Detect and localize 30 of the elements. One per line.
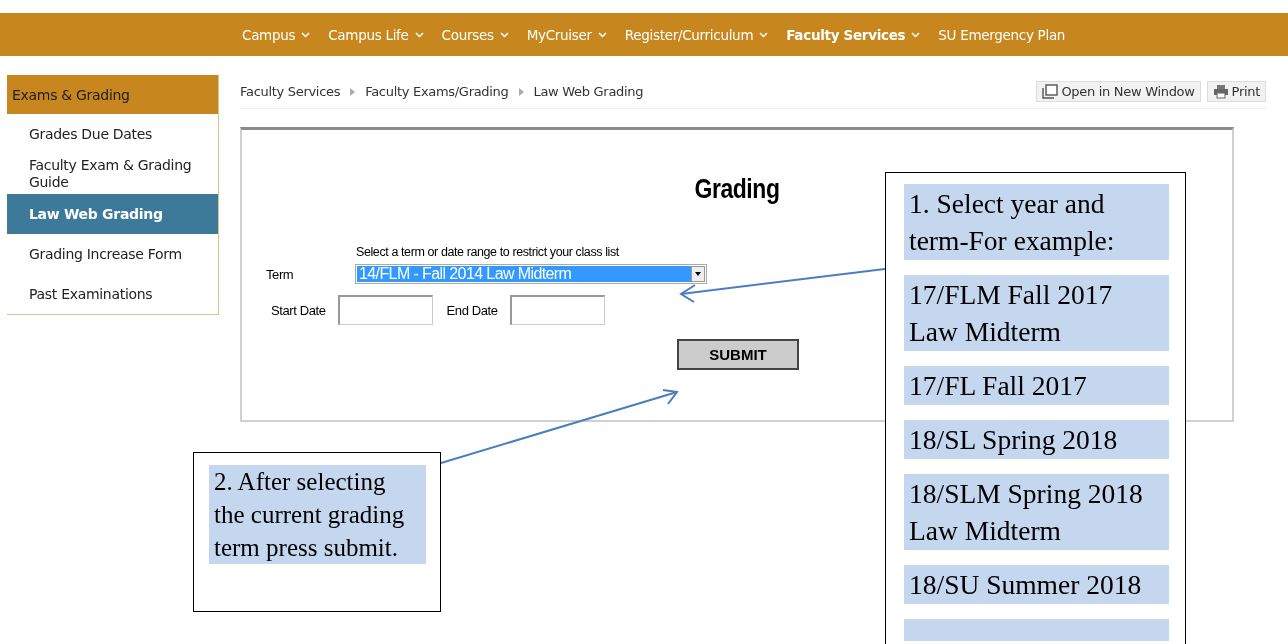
end-date-label: End Date (446, 302, 498, 318)
start-date-field[interactable] (337, 295, 433, 325)
breadcrumb-separator-icon (350, 87, 356, 96)
start-date-label: Start Date (271, 302, 326, 318)
breadcrumb-link[interactable]: Faculty Services (240, 84, 341, 99)
sidebar-item[interactable]: Past Examinations (7, 274, 218, 314)
hint-text: Select a term or date range to restrict your class list (356, 245, 620, 259)
sidebar-item[interactable]: Grading Increase Form (7, 234, 218, 274)
submit-button[interactable]: SUBMIT (677, 339, 799, 370)
callout-text: 1. Select year and term-For example: (904, 184, 1169, 260)
sidebar-item[interactable]: Faculty Exam & Grading Guide (7, 154, 218, 194)
print-button[interactable]: Print (1206, 81, 1266, 102)
callout-text: 18/SU Summer 2018 (904, 565, 1169, 604)
callout-text: 18/SLM Spring 2018 Law Midterm (904, 474, 1169, 550)
callout-text: 2. After selecting the current grading term press submit. (209, 465, 426, 564)
callout-text: 17/FLM Fall 2017 Law Midterm (904, 275, 1169, 351)
sidebar-title: Exams & Grading (7, 75, 218, 114)
form-title: Grading (694, 174, 780, 205)
callout-text: 18/SL Spring 2018 (904, 420, 1169, 459)
window-icon (1042, 84, 1059, 99)
breadcrumb-link[interactable]: Law Web Grading (533, 84, 644, 99)
term-label: Term (266, 266, 295, 282)
printer-icon (1212, 84, 1229, 99)
sidebar-item[interactable]: Grades Due Dates (7, 114, 218, 154)
callout-text: 17/FL Fall 2017 (904, 366, 1169, 405)
sidebar-item[interactable]: Law Web Grading (7, 194, 218, 234)
end-date-field[interactable] (509, 295, 605, 325)
breadcrumb-separator-icon (518, 87, 524, 96)
open-window-button[interactable]: Open in New Window (1036, 81, 1201, 102)
breadcrumb-link[interactable]: Faculty Exams/Grading (365, 84, 509, 99)
